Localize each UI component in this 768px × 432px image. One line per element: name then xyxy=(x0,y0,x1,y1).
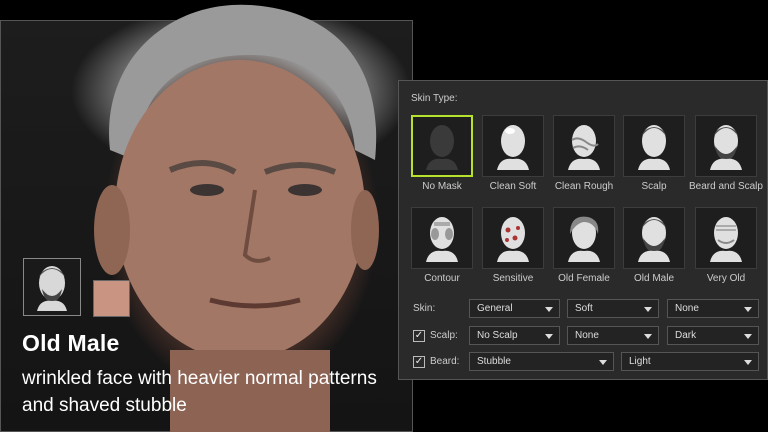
skin-settings-panel: Skin Type: No Mask Clean Soft Clean Rough S… xyxy=(398,80,768,380)
contour-icon xyxy=(426,217,458,262)
chevron-down-icon xyxy=(599,360,607,365)
old-male-icon xyxy=(638,217,670,262)
skin-detail-select[interactable]: None xyxy=(667,299,759,318)
mask-tile-label: Beard and Scalp xyxy=(689,181,763,192)
beard-and-scalp-icon xyxy=(710,125,742,170)
skin-row-label: Skin: xyxy=(413,303,436,314)
scalp-type-select[interactable]: No Scalp xyxy=(469,326,560,345)
skin-softness-select[interactable]: Soft xyxy=(567,299,659,318)
old-male-mask-thumbnail xyxy=(23,258,81,316)
chevron-down-icon xyxy=(644,307,652,312)
very-old-icon xyxy=(710,217,742,262)
mask-tile-sensitive[interactable] xyxy=(482,207,544,269)
clean-soft-icon xyxy=(497,125,529,170)
scalp-style-value: None xyxy=(575,330,599,341)
mask-tile-label: Very Old xyxy=(706,273,746,284)
scalp-row-label: Scalp: xyxy=(430,330,458,341)
chevron-down-icon xyxy=(545,307,553,312)
sensitive-icon xyxy=(497,217,529,262)
old-female-icon xyxy=(568,216,600,262)
skin-detail-value: None xyxy=(675,303,699,314)
mask-tile-scalp[interactable] xyxy=(623,115,685,177)
scalp-color-value: Dark xyxy=(675,330,697,341)
mask-tile-old-female[interactable] xyxy=(553,207,615,269)
chevron-down-icon xyxy=(644,334,652,339)
beard-row-label: Beard: xyxy=(430,356,460,367)
mask-tile-clean-rough[interactable] xyxy=(553,115,615,177)
no-mask-icon xyxy=(426,125,458,170)
scalp-color-select[interactable]: Dark xyxy=(667,326,759,345)
mask-description: wrinkled face with heavier normal patter… xyxy=(22,368,377,416)
clean-rough-icon xyxy=(568,125,600,170)
chevron-down-icon xyxy=(744,307,752,312)
scalp-type-value: No Scalp xyxy=(477,330,518,341)
beard-checkbox[interactable]: ✓ xyxy=(413,356,425,368)
skin-type-select[interactable]: General xyxy=(469,299,560,318)
skin-type-label: Skin Type: xyxy=(411,93,458,104)
beard-density-value: Light xyxy=(629,356,651,367)
chevron-down-icon xyxy=(744,360,752,365)
checkmark-icon: ✓ xyxy=(414,330,424,341)
skin-color-swatch xyxy=(93,280,130,317)
mask-tile-contour[interactable] xyxy=(411,207,473,269)
beard-density-select[interactable]: Light xyxy=(621,352,759,371)
scalp-style-select[interactable]: None xyxy=(567,326,659,345)
old-male-icon xyxy=(37,266,67,311)
scalp-checkbox[interactable]: ✓ xyxy=(413,330,425,342)
mask-title: Old Male xyxy=(22,330,120,356)
mask-tile-no-mask[interactable] xyxy=(411,115,473,177)
skin-type-value: General xyxy=(477,303,513,314)
skin-softness-value: Soft xyxy=(575,303,593,314)
chevron-down-icon xyxy=(545,334,553,339)
mask-tile-old-male[interactable] xyxy=(623,207,685,269)
checkmark-icon: ✓ xyxy=(414,356,424,367)
beard-type-select[interactable]: Stubble xyxy=(469,352,614,371)
mask-tile-beard-and-scalp[interactable] xyxy=(695,115,757,177)
chevron-down-icon xyxy=(744,334,752,339)
beard-type-value: Stubble xyxy=(477,356,511,367)
mask-tile-very-old[interactable] xyxy=(695,207,757,269)
scalp-icon xyxy=(638,125,670,170)
mask-tile-clean-soft[interactable] xyxy=(482,115,544,177)
